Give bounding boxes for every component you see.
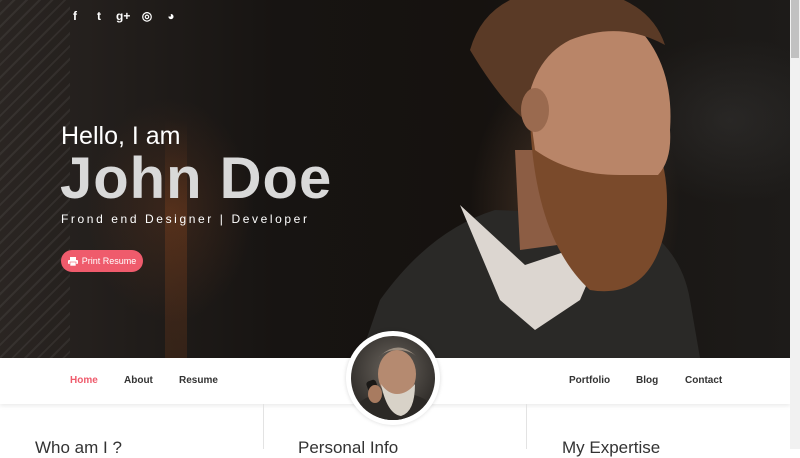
section-title-who-am-i: Who am I ? — [35, 438, 122, 457]
hero-name: John Doe — [60, 146, 333, 211]
nav-item-resume[interactable]: Resume — [179, 375, 218, 386]
nav-item-home[interactable]: Home — [70, 375, 98, 386]
printer-icon — [67, 256, 78, 266]
column-divider — [263, 404, 264, 449]
nav-item-portfolio[interactable]: Portfolio — [569, 375, 610, 386]
avatar-photo — [351, 347, 435, 420]
github-icon[interactable]: ◕ — [164, 9, 178, 23]
profile-avatar — [346, 331, 440, 425]
hero-role: Frond end Designer | Developer — [61, 212, 310, 226]
section-title-my-expertise: My Expertise — [562, 438, 661, 457]
nav-item-contact[interactable]: Contact — [685, 375, 722, 386]
twitter-icon[interactable]: t — [92, 9, 106, 23]
print-resume-label: Print Resume — [81, 256, 137, 266]
page-scrollbar[interactable] — [790, 0, 800, 449]
nav-item-about[interactable]: About — [124, 375, 153, 386]
print-resume-button[interactable]: Print Resume — [61, 250, 143, 272]
instagram-icon[interactable]: ◎ — [140, 9, 154, 23]
facebook-icon[interactable]: f — [68, 9, 82, 23]
social-links: f t g+ ◎ ◕ — [68, 9, 178, 23]
nav-item-blog[interactable]: Blog — [636, 375, 658, 386]
section-title-personal-info: Personal Info — [298, 438, 399, 457]
column-divider — [526, 404, 527, 449]
google-plus-icon[interactable]: g+ — [116, 9, 130, 23]
hero-portrait-image — [360, 0, 700, 358]
scrollbar-thumb[interactable] — [791, 0, 799, 58]
